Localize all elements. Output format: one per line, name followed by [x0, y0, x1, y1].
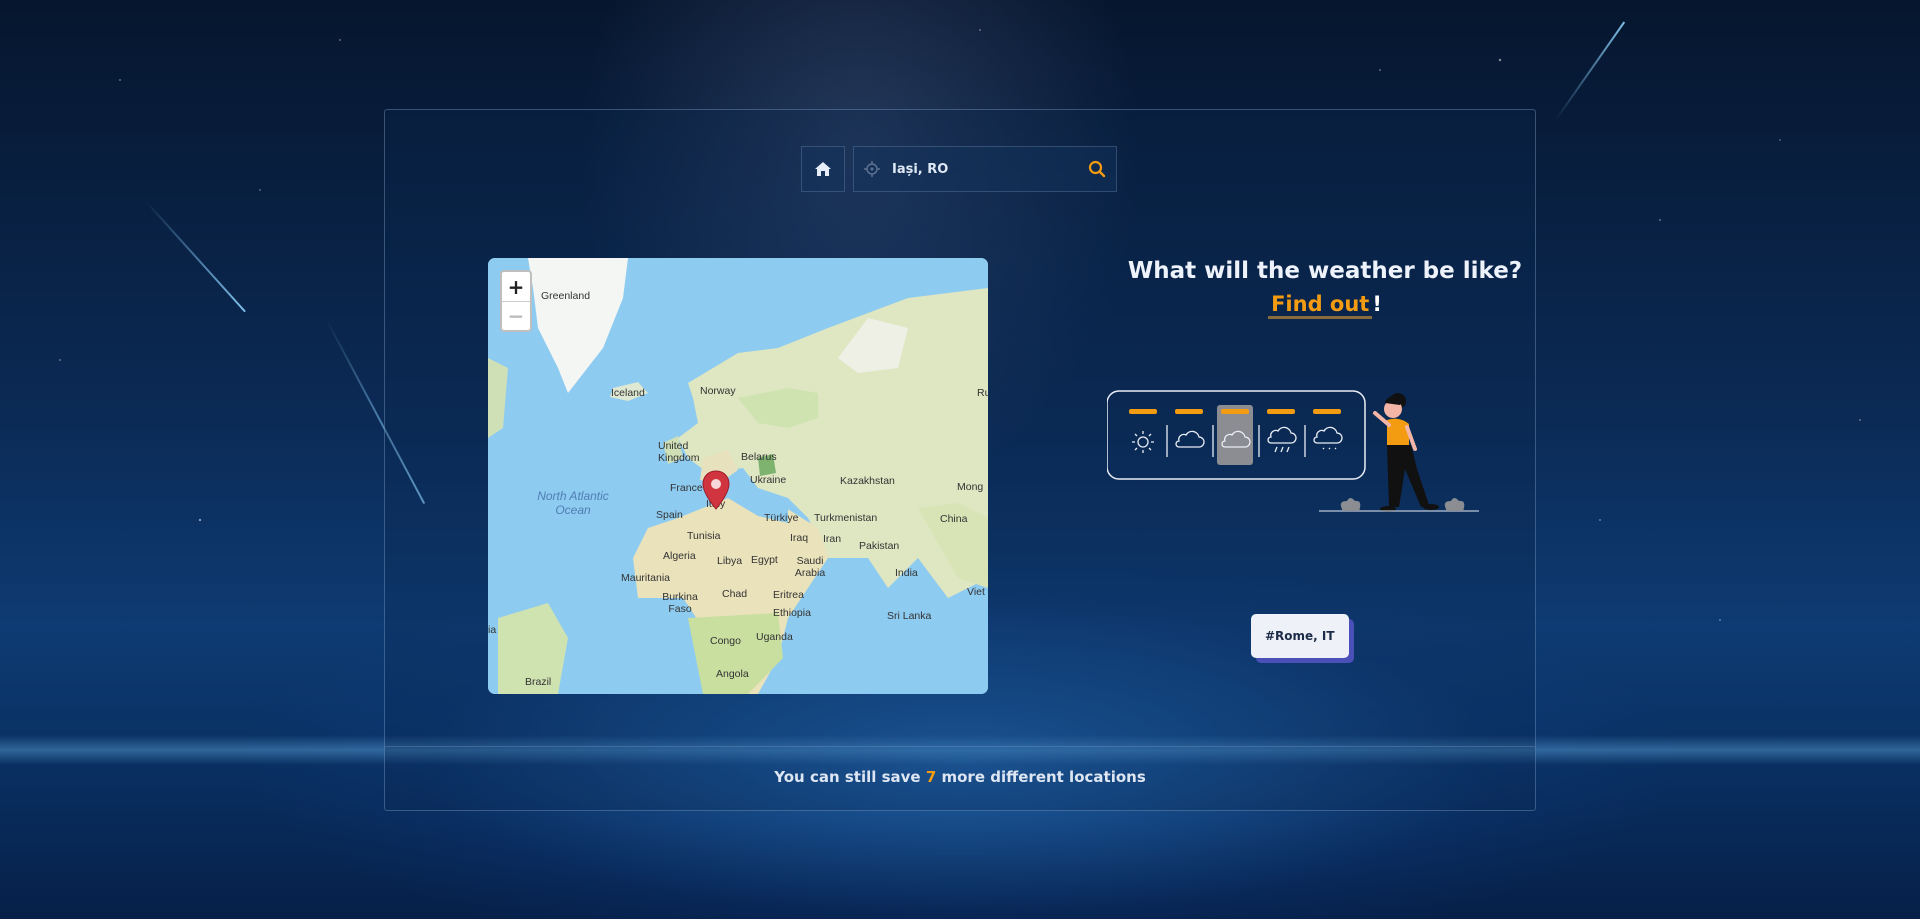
find-out-line: Find out! [1085, 292, 1565, 319]
world-map[interactable]: + − Greenland Iceland Norway United King… [488, 258, 988, 694]
find-out-link[interactable]: Find out [1268, 292, 1373, 319]
map-tiles [488, 258, 988, 694]
map-label: Viet [967, 586, 985, 598]
main-panel: + − Greenland Iceland Norway United King… [384, 109, 1536, 811]
search-field [853, 146, 1117, 192]
map-label: Tunisia [687, 530, 721, 542]
map-label: Ru [977, 387, 988, 399]
map-label: Angola [716, 668, 749, 680]
map-label: Brazil [525, 676, 552, 688]
map-label: Libya [717, 555, 743, 567]
map-label: Saudi Arabia [794, 555, 826, 579]
map-label: Algeria [663, 550, 696, 562]
map-label: Iceland [611, 387, 645, 399]
map-label: Greenland [541, 290, 591, 302]
map-label: Mauritania [621, 572, 671, 584]
footer-message: You can still save 7 more different loca… [385, 768, 1535, 786]
map-label: Iraq [790, 532, 809, 544]
map-label: Spain [656, 509, 683, 521]
zoom-in-button[interactable]: + [502, 272, 530, 301]
map-label: France [670, 482, 703, 494]
map-label: Turkmenistan [814, 512, 878, 524]
map-label: India [895, 567, 918, 579]
footer-divider [385, 746, 1535, 747]
map-label: United Kingdom [658, 440, 700, 464]
map-label: Mong [957, 481, 984, 493]
zoom-controls: + − [500, 270, 532, 332]
home-button[interactable] [801, 146, 845, 192]
map-label: Ukraine [750, 474, 787, 486]
footer-prefix: You can still save [774, 768, 926, 786]
search-icon[interactable] [1088, 160, 1106, 178]
map-label: Pakistan [859, 540, 900, 552]
map-label: Norway [700, 385, 736, 397]
search-bar [801, 146, 1117, 192]
shooting-star [144, 199, 246, 313]
map-label: Kazakhstan [840, 475, 895, 487]
shooting-star [1554, 21, 1626, 121]
saved-city-tag[interactable]: #Rome, IT [1251, 614, 1349, 658]
map-label: Iran [823, 533, 842, 545]
weather-illustration [1107, 390, 1479, 512]
map-label: Eritrea [773, 589, 804, 601]
map-label: Uganda [756, 631, 793, 643]
map-label: China [940, 513, 968, 525]
hero-title: What will the weather be like? [1127, 258, 1523, 284]
location-target-icon [864, 161, 880, 177]
map-label: Belarus [741, 451, 777, 463]
remaining-locations-count: 7 [925, 768, 937, 786]
map-label: Türkiye [764, 512, 799, 524]
map-label: Burkina Faso [662, 591, 698, 615]
map-label: Sri Lanka [887, 610, 932, 622]
exclamation: ! [1372, 292, 1382, 316]
location-pin-icon[interactable] [702, 470, 730, 510]
map-label: North Atlantic Ocean [537, 489, 609, 517]
map-label: Congo [710, 635, 741, 647]
zoom-out-button[interactable]: − [502, 301, 530, 330]
map-label: Egypt [751, 554, 778, 566]
map-label: Chad [722, 588, 748, 600]
footer-suffix: more different locations [936, 768, 1146, 786]
home-icon [815, 162, 831, 176]
map-label: Ethiopia [773, 607, 811, 619]
map-label: ia [488, 624, 497, 636]
search-input[interactable] [892, 161, 1088, 177]
